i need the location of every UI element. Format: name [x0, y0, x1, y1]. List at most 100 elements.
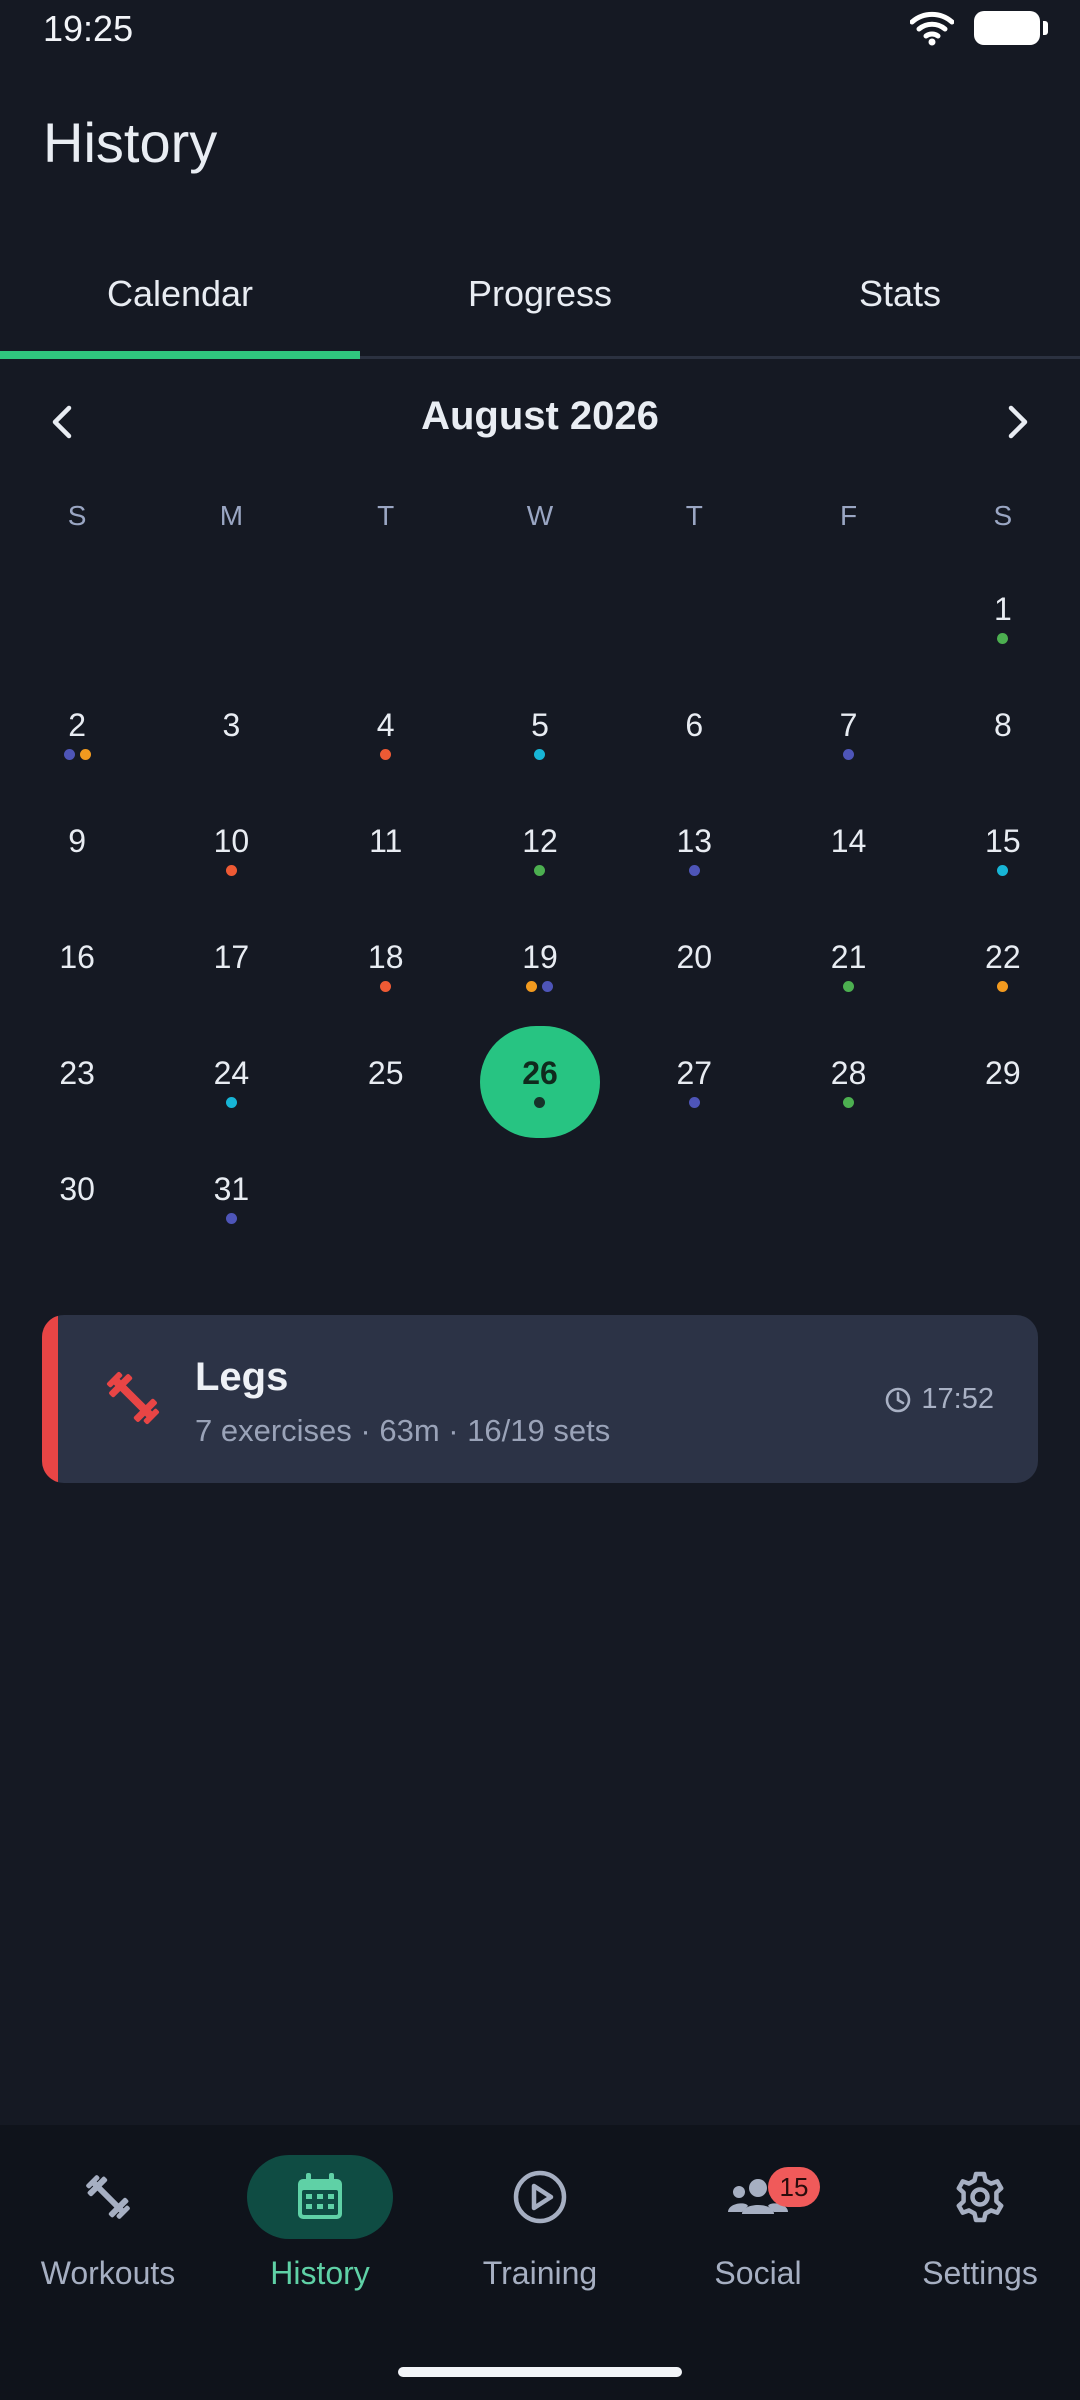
calendar-empty-cell	[463, 560, 617, 676]
workout-dot	[534, 1097, 546, 1108]
tab-progress[interactable]: Progress	[360, 250, 720, 356]
calendar-empty-cell	[154, 560, 308, 676]
workout-dot	[63, 749, 75, 760]
calendar-day[interactable]: 13	[617, 792, 771, 908]
calendar-day[interactable]: 22	[926, 908, 1080, 1024]
calendar-day-number: 9	[68, 823, 87, 859]
workout-dots	[380, 981, 392, 993]
calendar-day-number: 17	[213, 939, 250, 975]
calendar-day-number: 6	[685, 707, 704, 743]
calendar-day[interactable]: 8	[926, 676, 1080, 792]
workout-card[interactable]: Legs 7 exercises · 63m · 16/19 sets 17:5…	[42, 1315, 1038, 1483]
nav-training[interactable]: Training	[432, 2155, 648, 2325]
calendar-day[interactable]: 30	[0, 1140, 154, 1256]
workout-dot	[997, 865, 1009, 876]
status-bar: 19:25	[0, 0, 1080, 60]
wifi-icon	[910, 11, 954, 46]
workout-title: Legs	[195, 1355, 289, 1399]
calendar-day-number: 30	[59, 1171, 95, 1207]
weekday-label: S	[993, 500, 1013, 531]
calendar-day-number: 13	[676, 823, 713, 859]
workout-dots	[688, 1097, 700, 1109]
workout-dots	[534, 749, 546, 761]
calendar-day[interactable]: 18	[309, 908, 463, 1024]
calendar-day[interactable]: 7	[771, 676, 925, 792]
calendar-day[interactable]: 15	[926, 792, 1080, 908]
calendar-day[interactable]: 6	[617, 676, 771, 792]
calendar-day[interactable]: 25	[309, 1024, 463, 1140]
calendar-day[interactable]: 16	[0, 908, 154, 1024]
workout-dots	[997, 633, 1009, 645]
nav-settings[interactable]: Settings	[872, 2155, 1080, 2325]
calendar-day[interactable]: 19	[463, 908, 617, 1024]
calendar-day[interactable]: 9	[0, 792, 154, 908]
page-title: History	[43, 111, 218, 174]
workout-dot	[997, 981, 1009, 992]
calendar-day-selected[interactable]: 26	[463, 1024, 617, 1140]
calendar-day[interactable]: 10	[154, 792, 308, 908]
nav-label: Social	[714, 2255, 802, 2291]
workout-dot	[997, 633, 1009, 644]
calendar-day-number: 10	[213, 823, 250, 859]
calendar-day[interactable]: 29	[926, 1024, 1080, 1140]
battery-icon	[974, 11, 1048, 45]
nav-label: History	[270, 2255, 370, 2291]
calendar-day[interactable]: 17	[154, 908, 308, 1024]
workout-dots	[534, 865, 546, 877]
calendar-day[interactable]: 1	[926, 560, 1080, 676]
workout-dots	[526, 981, 554, 993]
nav-icon-container	[467, 2155, 613, 2239]
calendar-day[interactable]: 28	[771, 1024, 925, 1140]
tab-calendar[interactable]: Calendar	[0, 250, 360, 359]
workout-dots	[534, 1097, 546, 1109]
nav-workouts[interactable]: Workouts	[0, 2155, 216, 2325]
calendar-icon	[298, 2173, 342, 2219]
month-title: August 2026	[421, 394, 659, 438]
workout-dot	[843, 1097, 855, 1108]
clock-icon	[886, 1387, 911, 1412]
calendar-day[interactable]: 20	[617, 908, 771, 1024]
calendar-day[interactable]: 31	[154, 1140, 308, 1256]
nav-social[interactable]: 15 Social	[650, 2155, 866, 2325]
calendar-day-number: 12	[522, 823, 558, 859]
nav-label: Settings	[922, 2255, 1038, 2291]
nav-history[interactable]: History	[212, 2155, 428, 2325]
workout-dot	[688, 1097, 700, 1108]
calendar-day-number: 26	[522, 1055, 558, 1091]
calendar-day[interactable]: 14	[771, 792, 925, 908]
play-circle-icon	[513, 2170, 567, 2224]
calendar-day-number: 23	[59, 1055, 95, 1091]
chevron-right-icon	[1008, 405, 1028, 439]
next-month-button[interactable]	[988, 392, 1048, 452]
bottom-navigation: Workouts History Training 15 Social Sett…	[0, 2125, 1080, 2400]
workout-dots	[225, 1213, 237, 1225]
tab-stats[interactable]: Stats	[720, 250, 1080, 356]
calendar-day[interactable]: 24	[154, 1024, 308, 1140]
workout-dot	[79, 749, 91, 760]
weekday-label: M	[219, 500, 244, 531]
workout-dots	[843, 749, 855, 761]
workout-dots	[997, 865, 1009, 877]
status-time: 19:25	[43, 8, 134, 49]
calendar-day[interactable]: 12	[463, 792, 617, 908]
calendar-day[interactable]: 4	[309, 676, 463, 792]
weekday-label: S	[67, 500, 87, 531]
home-indicator[interactable]	[398, 2367, 682, 2377]
calendar-day[interactable]: 3	[154, 676, 308, 792]
weekday-label: T	[377, 500, 395, 531]
nav-icon-container	[247, 2155, 393, 2239]
calendar-day-number: 16	[59, 939, 95, 975]
workout-dots	[225, 865, 237, 877]
calendar-day[interactable]: 5	[463, 676, 617, 792]
month-navigation: August 2026	[0, 380, 1080, 460]
calendar-day[interactable]: 11	[309, 792, 463, 908]
weekday-label: F	[840, 500, 858, 531]
calendar-day-number: 15	[985, 823, 1021, 859]
calendar-day[interactable]: 21	[771, 908, 925, 1024]
calendar-day[interactable]: 2	[0, 676, 154, 792]
calendar-empty-cell	[771, 560, 925, 676]
workout-dot	[843, 749, 855, 760]
workout-summary: 7 exercises · 63m · 16/19 sets	[195, 1413, 611, 1448]
calendar-day[interactable]: 27	[617, 1024, 771, 1140]
calendar-day[interactable]: 23	[0, 1024, 154, 1140]
